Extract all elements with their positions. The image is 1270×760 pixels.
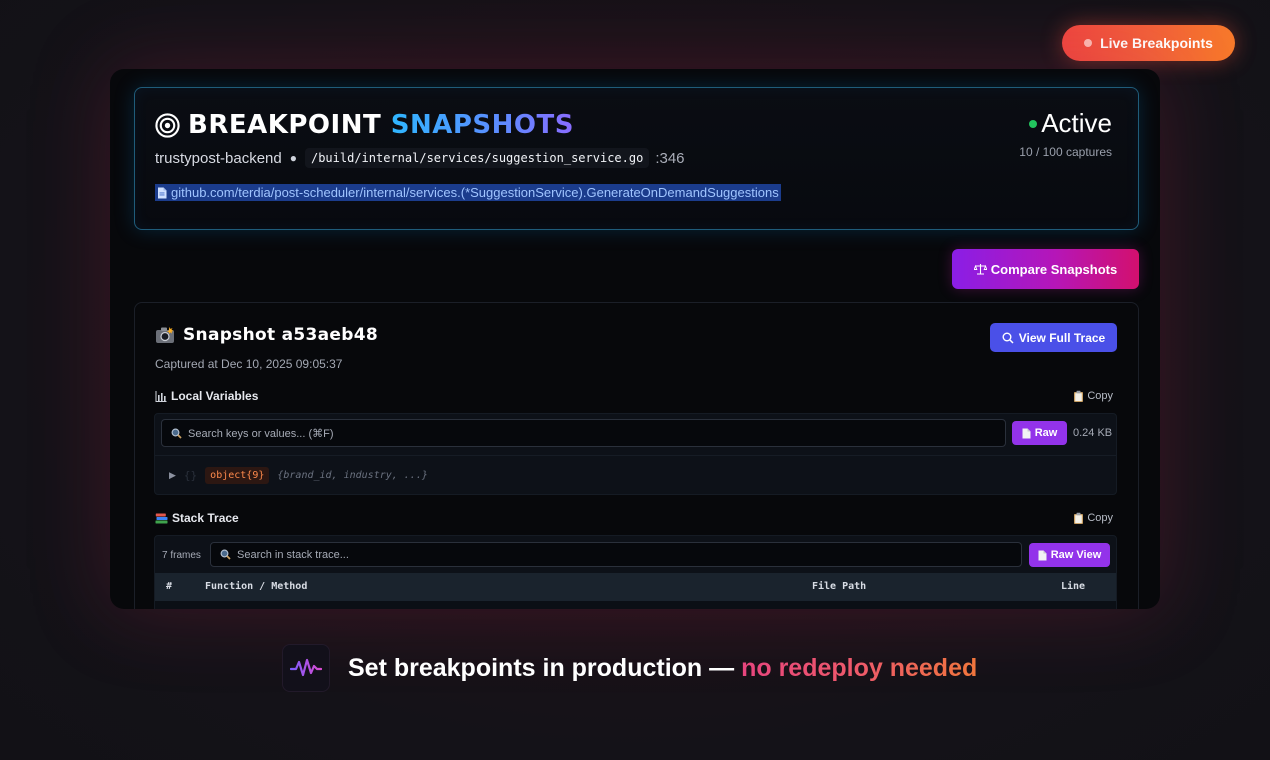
line-number: :346 <box>655 149 685 167</box>
locals-search-input[interactable]: Search keys or values... (⌘F) <box>161 419 1006 447</box>
file-icon <box>158 187 167 198</box>
tagline-text: Set breakpoints in production — no redep… <box>348 654 977 683</box>
view-trace-label: View Full Trace <box>1018 330 1106 345</box>
snapshot-title-row: Snapshot a53aeb48 <box>155 325 378 345</box>
magnifier-icon <box>171 428 182 439</box>
stack-trace-label: Stack Trace <box>155 511 239 525</box>
tagline-accent: no redeploy needed <box>741 653 978 682</box>
stack-search-input[interactable]: Search in stack trace... <box>210 542 1022 567</box>
copy-stack-label: Copy <box>1087 512 1113 524</box>
view-full-trace-button[interactable]: View Full Trace <box>990 323 1117 352</box>
title-accent: SNAPSHOTS <box>390 110 574 140</box>
col-file-path: File Path <box>812 581 867 592</box>
page-title-row: BREAKPOINT SNAPSHOTS <box>155 110 574 140</box>
live-badge-label: Live Breakpoints <box>1100 35 1213 51</box>
capture-count: 10 / 100 captures <box>1019 145 1112 159</box>
compare-label: Compare Snapshots <box>990 261 1118 277</box>
function-link[interactable]: github.com/terdia/post-scheduler/interna… <box>155 184 781 201</box>
breakpoint-header: BREAKPOINT SNAPSHOTS trustypost-backend … <box>134 87 1139 230</box>
file-path: /build/internal/services/suggestion_serv… <box>304 148 650 168</box>
bullet-separator: ● <box>289 151 297 165</box>
status-block: Active 10 / 100 captures <box>1019 108 1112 159</box>
copy-locals-button[interactable]: Copy <box>1073 390 1113 402</box>
object-type-chip: object{9} <box>205 467 270 484</box>
live-dot-icon <box>1084 39 1093 47</box>
breakpoint-location: trustypost-backend ● /build/internal/ser… <box>155 148 685 168</box>
captured-timestamp: Captured at Dec 10, 2025 09:05:37 <box>155 357 343 371</box>
payload-size: 0.24 KB <box>1073 427 1113 439</box>
function-link-text: github.com/terdia/post-scheduler/interna… <box>171 185 779 200</box>
local-variables-label: Local Variables <box>155 389 258 403</box>
target-icon <box>155 112 180 138</box>
local-variables-panel: Search keys or values... (⌘F) Raw 0.24 K… <box>154 413 1117 495</box>
clipboard-icon <box>1074 512 1084 524</box>
table-row[interactable] <box>155 601 1116 609</box>
copy-stack-button[interactable]: Copy <box>1073 512 1113 524</box>
col-line: Line <box>1061 581 1086 592</box>
app-window: BREAKPOINT SNAPSHOTS trustypost-backend … <box>110 69 1160 609</box>
tagline: Set breakpoints in production — no redep… <box>282 644 977 692</box>
object-row[interactable]: ▶ {} object{9} {brand_id, industry, ...} <box>155 455 1116 495</box>
tagline-main: Set breakpoints in production — <box>348 653 735 682</box>
live-breakpoints-badge[interactable]: Live Breakpoints <box>1062 25 1235 61</box>
scale-icon <box>973 264 987 275</box>
waveform-icon <box>282 644 330 692</box>
col-function: Function / Method <box>205 581 308 592</box>
copy-locals-label: Copy <box>1087 390 1113 402</box>
page-title: BREAKPOINT SNAPSHOTS <box>188 110 574 140</box>
frame-count: 7 frames <box>162 550 201 561</box>
col-index: # <box>166 581 173 592</box>
brace-icon: {} <box>183 469 198 482</box>
search-icon <box>1002 332 1014 344</box>
raw-label: Raw <box>1034 427 1058 439</box>
stack-trace-panel: 7 frames Search in stack trace... Raw Vi… <box>154 535 1117 609</box>
locals-search-placeholder: Search keys or values... (⌘F) <box>188 427 334 440</box>
document-icon <box>1022 428 1031 438</box>
compare-snapshots-button[interactable]: Compare Snapshots <box>952 249 1139 289</box>
raw-view-label: Raw View <box>1050 549 1102 561</box>
status-dot-icon <box>1029 119 1038 128</box>
magnifier-icon <box>220 549 231 560</box>
clipboard-icon <box>1074 390 1084 402</box>
expand-caret-icon[interactable]: ▶ <box>169 470 176 481</box>
object-preview: {brand_id, industry, ...} <box>277 470 428 481</box>
camera-icon <box>156 327 174 343</box>
document-icon <box>1038 550 1047 560</box>
stack-table-header: # Function / Method File Path Line <box>155 573 1116 601</box>
title-main: BREAKPOINT <box>188 110 382 140</box>
snapshot-card: Snapshot a53aeb48 Captured at Dec 10, 20… <box>134 302 1139 609</box>
status-label: Active <box>1041 108 1112 138</box>
snapshot-title: Snapshot a53aeb48 <box>183 325 378 345</box>
books-icon <box>155 513 168 524</box>
raw-view-button[interactable]: Raw View <box>1029 543 1110 567</box>
local-variables-text: Local Variables <box>171 389 259 403</box>
bar-chart-icon <box>155 390 167 402</box>
stack-search-placeholder: Search in stack trace... <box>237 548 349 561</box>
stack-trace-text: Stack Trace <box>172 511 239 525</box>
raw-button[interactable]: Raw <box>1012 421 1067 445</box>
service-name: trustypost-backend <box>155 149 282 167</box>
